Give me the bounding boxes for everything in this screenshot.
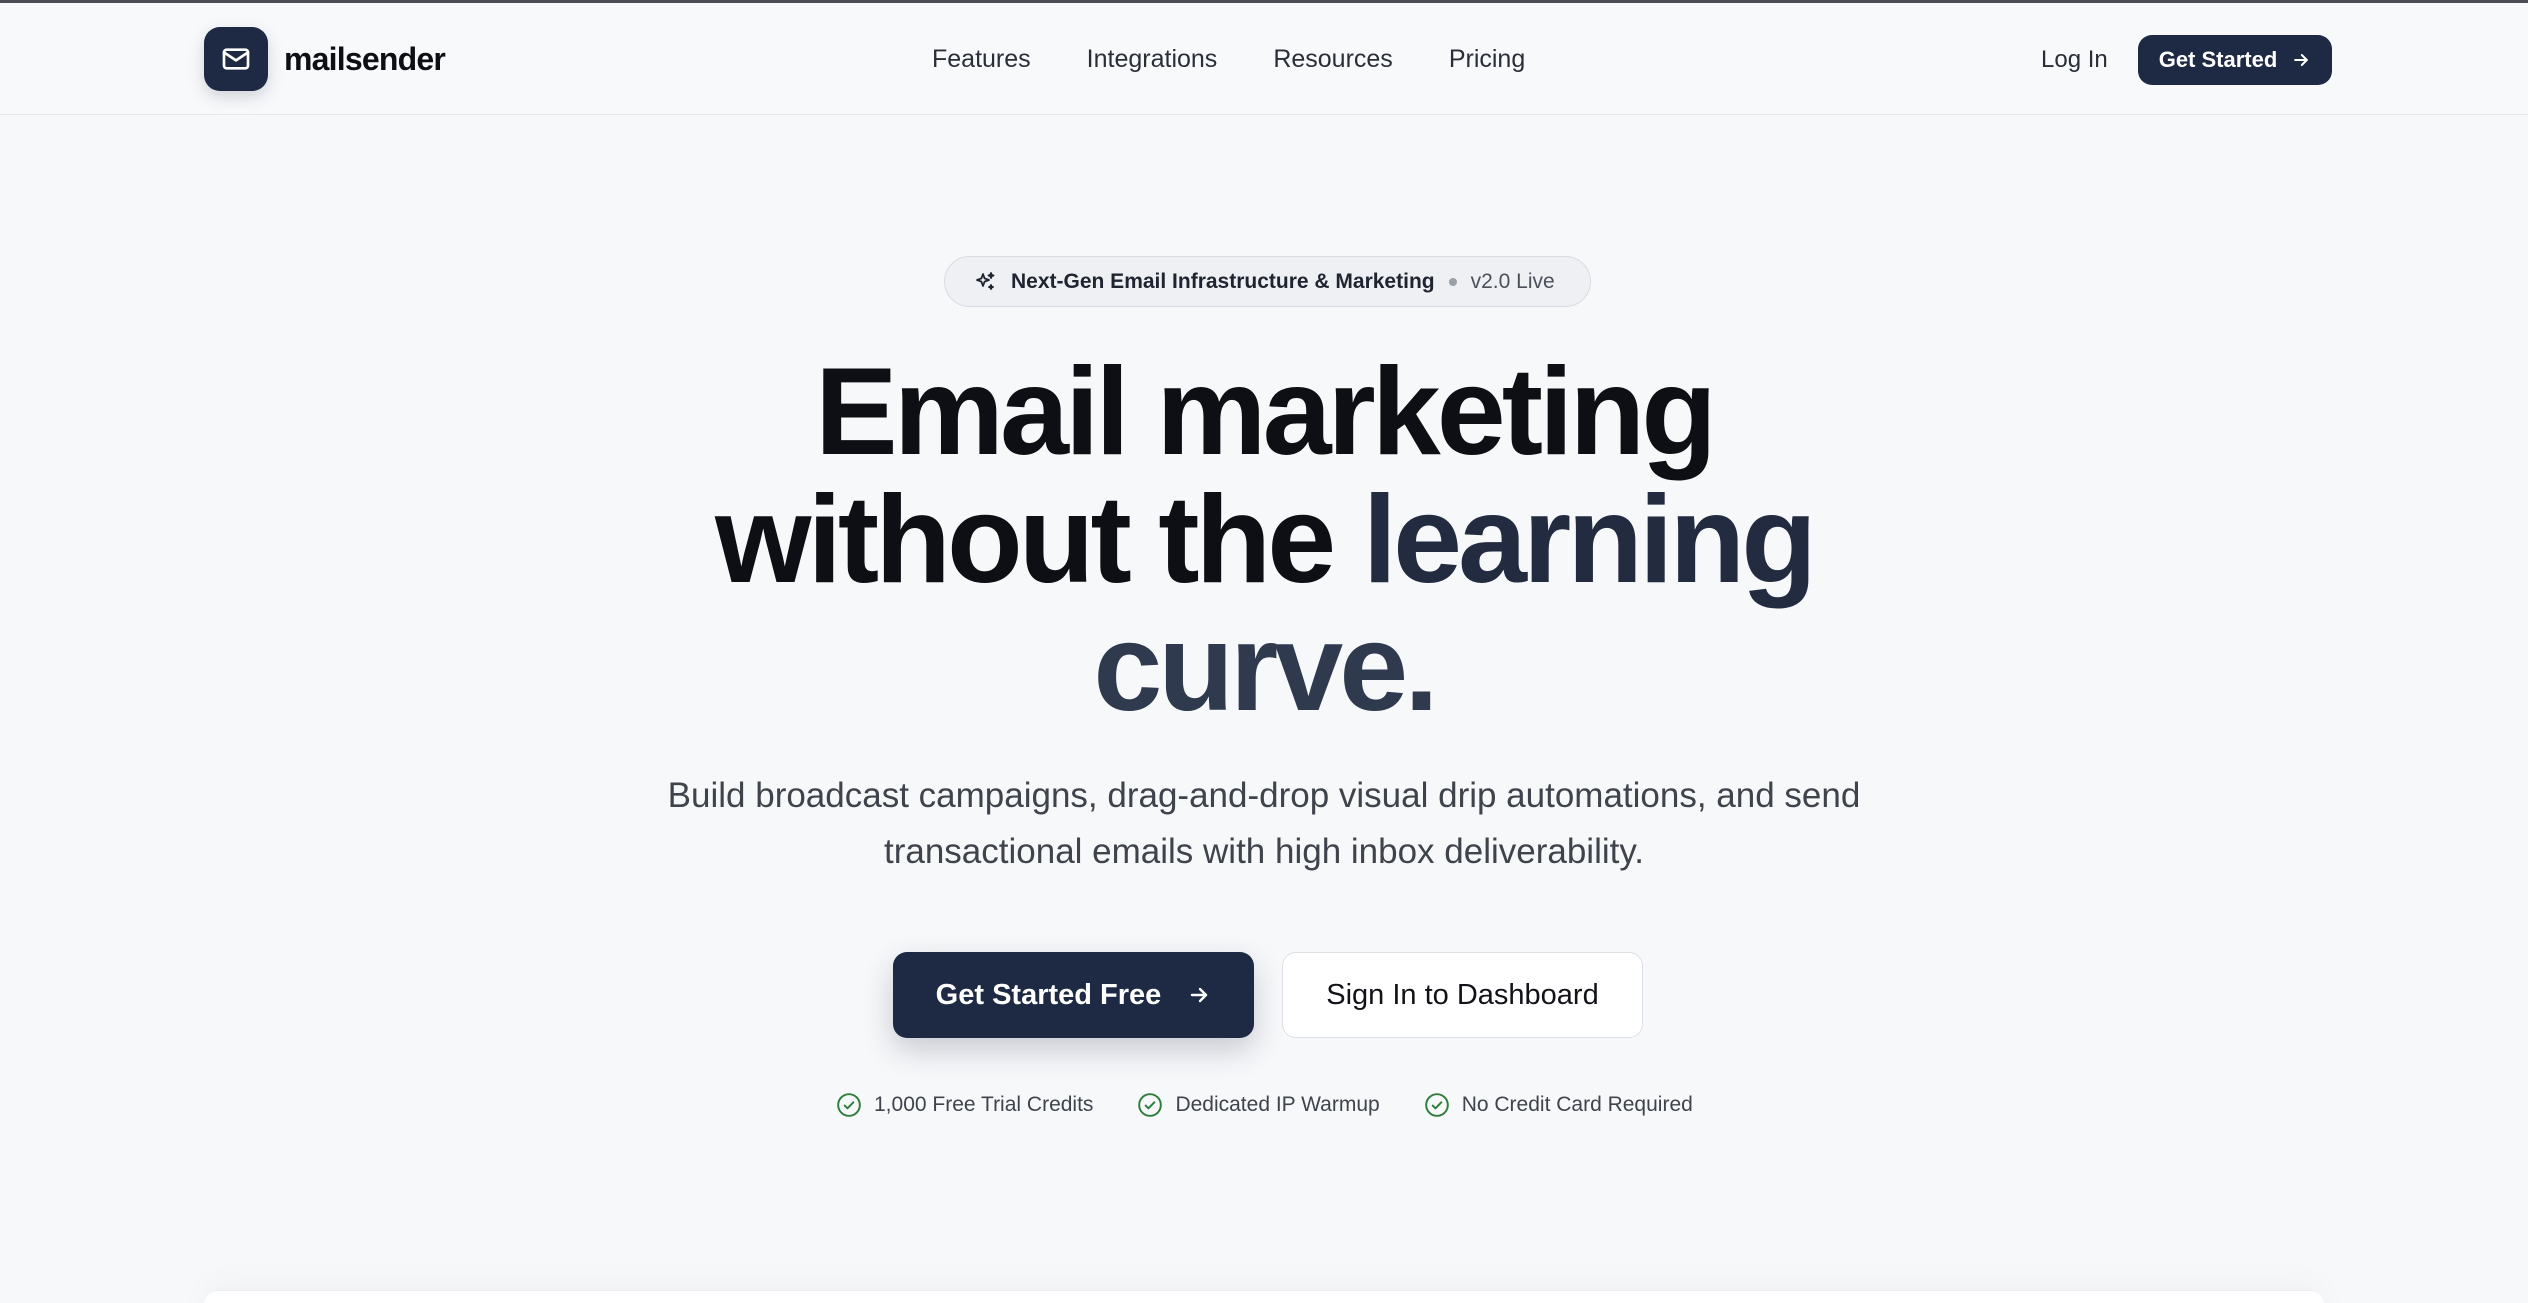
sparkles-icon <box>976 271 995 290</box>
hero-title-accent: learning <box>1362 471 1817 609</box>
nav-features[interactable]: Features <box>932 41 1031 77</box>
brand-name: mailsender <box>284 40 446 77</box>
dashboard-preview-panel <box>204 1290 2324 1303</box>
nav-integrations[interactable]: Integrations <box>1087 41 1218 77</box>
main-nav: Features Integrations Resources Pricing <box>932 41 1581 77</box>
get-started-free-label: Get Started Free <box>935 978 1162 1011</box>
badge-title: Next-Gen Email Infrastructure & Marketin… <box>1011 269 1435 293</box>
arrow-right-icon <box>1191 987 1208 1003</box>
feature-label: 1,000 Free Trial Credits <box>874 1093 1094 1116</box>
feature-label: Dedicated IP Warmup <box>1175 1093 1380 1116</box>
hero-title-line3: curve. <box>1093 599 1438 737</box>
feature-item: 1,000 Free Trial Credits <box>836 1092 1093 1118</box>
check-circle-icon <box>837 1093 861 1117</box>
check-circle-icon <box>1138 1093 1163 1117</box>
sign-in-dashboard-label: Sign In to Dashboard <box>1326 978 1599 1011</box>
site-header: mailsender Features Integrations Resourc… <box>0 3 2528 115</box>
badge-version: v2.0 Live <box>1470 269 1555 293</box>
get-started-button[interactable]: Get Started <box>2138 35 2332 85</box>
announcement-badge[interactable]: Next-Gen Email Infrastructure & Marketin… <box>944 256 1591 307</box>
feature-item: No Credit Card Required <box>1424 1092 1693 1118</box>
mail-icon <box>204 27 268 91</box>
feature-label: No Credit Card Required <box>1461 1093 1693 1116</box>
hero-title: Email marketing without the learning cur… <box>514 348 2014 732</box>
hero-subtitle: Build broadcast campaigns, drag-and-drop… <box>667 776 1861 871</box>
get-started-free-button[interactable]: Get Started Free <box>893 952 1254 1038</box>
arrow-right-icon <box>2294 54 2309 66</box>
brand-logo[interactable]: mailsender <box>204 27 446 91</box>
nav-resources[interactable]: Resources <box>1273 41 1393 77</box>
feature-item: Dedicated IP Warmup <box>1137 1092 1380 1118</box>
hero-title-line1: Email marketing <box>815 343 1717 481</box>
nav-pricing[interactable]: Pricing <box>1449 41 1525 77</box>
sign-in-dashboard-button[interactable]: Sign In to Dashboard <box>1282 952 1643 1038</box>
badge-separator-dot <box>1448 277 1457 286</box>
login-link[interactable]: Log In <box>2041 43 2108 77</box>
get-started-label: Get Started <box>2158 47 2278 72</box>
check-circle-icon <box>1424 1093 1449 1117</box>
feature-list: 1,000 Free Trial Credits Dedicated IP Wa… <box>836 1092 1737 1118</box>
hero-title-line2a: without the <box>715 471 1363 609</box>
